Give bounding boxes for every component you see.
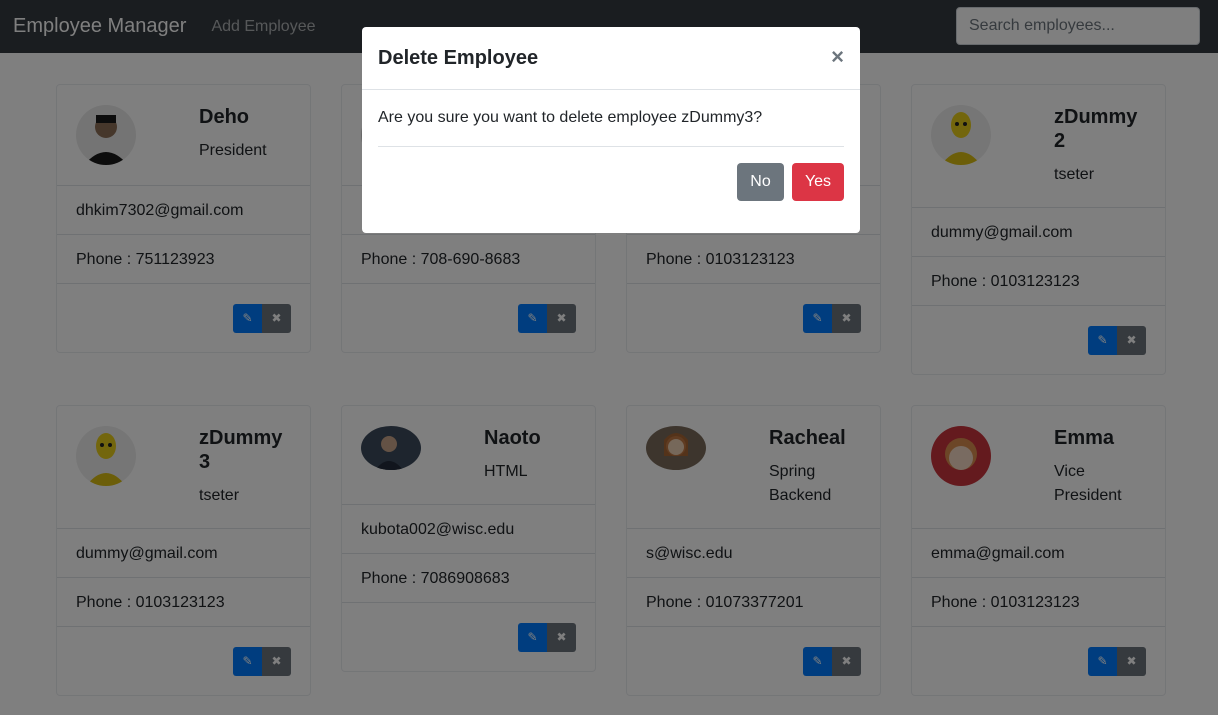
modal-header: Delete Employee ×: [362, 27, 860, 90]
modal-body: Are you sure you want to delete employee…: [362, 90, 860, 147]
delete-modal: Delete Employee × Are you sure you want …: [362, 27, 860, 233]
modal-footer: No Yes: [362, 163, 860, 201]
close-icon[interactable]: ×: [831, 45, 844, 69]
no-button[interactable]: No: [737, 163, 784, 201]
yes-button[interactable]: Yes: [792, 163, 844, 201]
modal-title: Delete Employee: [378, 46, 539, 69]
modal-message: Are you sure you want to delete employee…: [378, 90, 844, 147]
